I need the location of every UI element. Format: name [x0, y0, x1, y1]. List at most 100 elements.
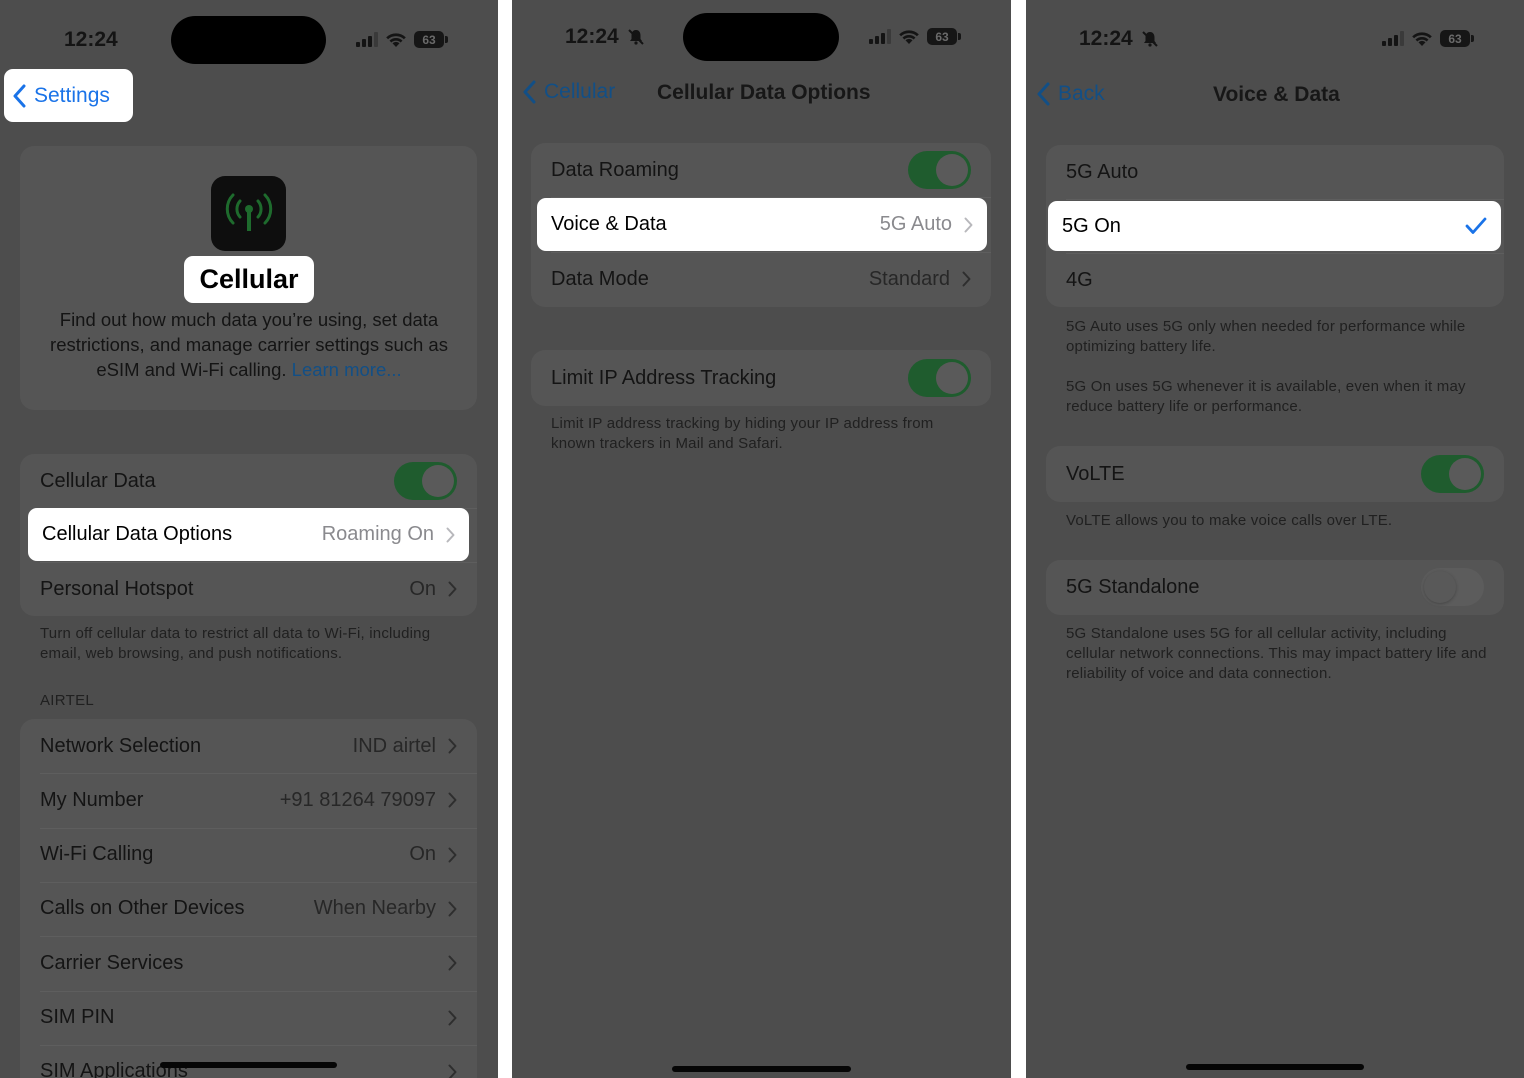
voice-and-data-row[interactable]: Voice & Data 5G Auto — [537, 198, 987, 251]
option-label: 4G — [1066, 268, 1093, 291]
row-value: On — [409, 843, 436, 866]
personal-hotspot-row[interactable]: Personal Hotspot On — [20, 562, 477, 616]
carrier-row[interactable]: My Number +91 81264 79097 — [20, 773, 477, 827]
carrier-row[interactable]: Carrier Services — [20, 936, 477, 990]
cellular-data-toggle[interactable] — [394, 462, 457, 500]
row-label: Data Roaming — [551, 158, 679, 181]
row-label: Limit IP Address Tracking — [551, 366, 777, 389]
battery-icon: 63 — [414, 31, 448, 48]
row-value: Standard — [868, 267, 950, 290]
antenna-icon — [225, 193, 272, 231]
limit-ip-group: Limit IP Address Tracking — [531, 350, 991, 406]
time-text: 12:24 — [1079, 27, 1133, 50]
status-time: 12:24 — [565, 25, 645, 49]
cellular-data-footer: Turn off cellular data to restrict all d… — [40, 625, 431, 662]
chevron-right-icon — [448, 901, 457, 917]
carrier-row[interactable]: Calls on Other Devices When Nearby — [20, 882, 477, 936]
chevron-right-icon — [964, 217, 973, 232]
nav-title: Voice & Data — [1213, 83, 1340, 106]
limit-ip-footer: Limit IP address tracking by hiding your… — [551, 415, 934, 452]
cellular-data-options-row[interactable]: Cellular Data Options Roaming On — [28, 508, 469, 561]
carrier-row[interactable]: Wi-Fi Calling On — [20, 828, 477, 882]
status-icons: 63 — [869, 28, 961, 45]
voice-and-data-screen: 12:24 63 Back Voice & Data 5G Auto 4G 5G… — [1026, 0, 1524, 1078]
data-roaming-toggle[interactable] — [908, 151, 971, 189]
dynamic-island — [171, 16, 326, 64]
chevron-right-icon — [448, 955, 457, 971]
cellular-app-icon — [211, 176, 286, 251]
row-label: Voice & Data — [551, 213, 667, 235]
limit-ip-toggle[interactable] — [908, 359, 971, 397]
carrier-row[interactable]: SIM PIN — [20, 991, 477, 1045]
chevron-left-icon — [523, 80, 536, 104]
row-label: 5G Standalone — [1066, 575, 1200, 598]
carrier-row[interactable]: Network Selection IND airtel — [20, 719, 477, 773]
option-label: 5G Auto — [1066, 160, 1139, 183]
row-value: On — [409, 577, 436, 600]
wifi-icon — [386, 32, 406, 47]
bell-slash-icon — [627, 29, 644, 46]
nav-title: Cellular Data Options — [657, 81, 871, 104]
limit-ip-row: Limit IP Address Tracking — [531, 351, 991, 405]
cellular-data-row: Cellular Data — [20, 454, 477, 508]
back-label: Cellular — [544, 80, 616, 103]
back-button[interactable]: Back — [1036, 82, 1105, 106]
learn-more-link[interactable]: Learn more... — [292, 359, 402, 380]
checkmark-icon — [1465, 217, 1487, 234]
row-label: Wi-Fi Calling — [40, 843, 154, 866]
option-5g-on[interactable]: 5G On — [1048, 201, 1501, 251]
option-4g[interactable]: 4G — [1046, 253, 1504, 307]
chevron-right-icon — [448, 847, 457, 863]
5g-on-footer: 5G On uses 5G whenever it is available, … — [1066, 378, 1466, 415]
back-button-settings[interactable]: Settings — [4, 69, 133, 122]
cellular-description: Find out how much data you’re using, set… — [36, 307, 462, 382]
chevron-left-icon — [1037, 82, 1050, 106]
volte-footer: VoLTE allows you to make voice calls ove… — [1066, 512, 1393, 529]
chevron-right-icon — [448, 1010, 457, 1025]
battery-icon: 63 — [927, 28, 961, 45]
5g-standalone-footer: 5G Standalone uses 5G for all cellular a… — [1066, 625, 1487, 682]
carrier-section-header: AIRTEL — [40, 692, 95, 709]
home-indicator — [1186, 1064, 1364, 1070]
row-label: My Number — [40, 788, 144, 811]
row-label: VoLTE — [1066, 462, 1125, 485]
chevron-left-icon — [13, 84, 26, 107]
5g-auto-footer: 5G Auto uses 5G only when needed for per… — [1066, 318, 1466, 355]
chevron-right-icon — [448, 581, 457, 597]
home-indicator — [672, 1066, 851, 1072]
row-label: Cellular Data — [40, 469, 156, 492]
option-label: 5G On — [1062, 214, 1121, 237]
status-time: 12:24 — [64, 28, 118, 51]
back-label: Settings — [34, 83, 110, 107]
row-label: Cellular Data Options — [42, 523, 233, 545]
wifi-icon — [1412, 31, 1432, 46]
row-label: Carrier Services — [40, 951, 184, 974]
volte-toggle[interactable] — [1421, 455, 1484, 493]
5g-standalone-row: 5G Standalone — [1046, 560, 1504, 614]
chevron-right-icon — [448, 1064, 457, 1078]
row-value: +91 81264 79097 — [279, 788, 436, 811]
option-5g-auto[interactable]: 5G Auto — [1046, 145, 1504, 199]
data-roaming-row: Data Roaming — [531, 143, 991, 197]
row-label: Data Mode — [551, 267, 649, 290]
back-label: Back — [1058, 82, 1105, 105]
dynamic-island — [683, 13, 839, 61]
chevron-right-icon — [962, 271, 971, 287]
row-label: Calls on Other Devices — [40, 897, 245, 920]
row-label: SIM PIN — [40, 1006, 115, 1028]
data-mode-row[interactable]: Data Mode Standard — [531, 252, 991, 306]
carrier-group: Network Selection IND airtel My Number +91 … — [20, 719, 477, 1078]
signal-icon — [869, 29, 891, 44]
5g-standalone-toggle[interactable] — [1421, 568, 1484, 606]
signal-icon — [356, 32, 378, 47]
row-value: When Nearby — [313, 897, 436, 920]
chevron-right-icon — [448, 738, 457, 754]
back-button-cellular[interactable]: Cellular — [522, 80, 615, 104]
row-value: IND airtel — [352, 734, 436, 757]
signal-icon — [1382, 31, 1404, 46]
row-value: Roaming On — [321, 523, 434, 545]
volte-row: VoLTE — [1046, 447, 1504, 501]
chevron-right-icon — [446, 527, 455, 542]
row-label: Network Selection — [40, 734, 202, 757]
bell-slash-icon — [1141, 31, 1158, 48]
